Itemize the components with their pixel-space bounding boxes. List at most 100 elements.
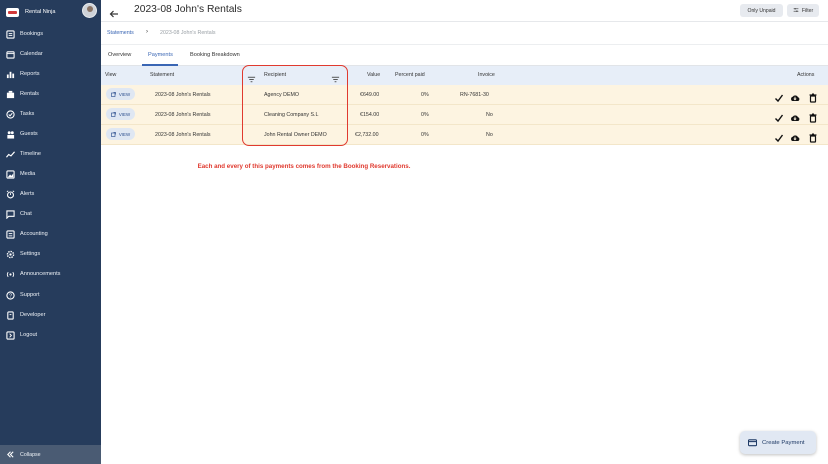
check-icon[interactable] — [774, 110, 784, 123]
sidebar-item-label: Timeline — [20, 151, 41, 157]
column-header-actions: Actions — [797, 72, 815, 78]
brand-name: Rental Ninja — [25, 9, 56, 15]
sidebar-item-accounting[interactable]: Accounting — [0, 226, 101, 242]
cell-value: €2,732.00 — [355, 132, 379, 138]
filter-label: Filter — [801, 7, 814, 14]
cloud-download-icon[interactable] — [790, 110, 800, 121]
tab-overview[interactable]: Overview — [108, 52, 131, 58]
sidebar-item-label: Tasks — [20, 111, 35, 117]
column-header-percent-paid[interactable]: Percent paid — [395, 72, 425, 78]
help-icon: ? — [6, 290, 15, 300]
table-row[interactable]: VIEW 2023-08 John's Rentals Cleaning Com… — [101, 105, 828, 125]
sidebar-item-chat[interactable]: Chat — [0, 206, 101, 222]
sidebar-item-reports[interactable]: Reports — [0, 66, 101, 82]
sidebar: Rental Ninja Bookings Calendar Reports R… — [0, 0, 101, 464]
cell-invoice: No — [486, 132, 493, 138]
calendar-icon — [6, 50, 15, 59]
avatar[interactable] — [82, 3, 97, 18]
sidebar-item-label: Support — [20, 292, 40, 298]
open-external-icon — [111, 131, 116, 137]
sidebar-item-support[interactable]: ? Support — [0, 287, 101, 303]
sidebar-item-label: Accounting — [20, 231, 48, 237]
sidebar-item-settings[interactable]: Settings — [0, 246, 101, 262]
cell-invoice: RN-7681-30 — [460, 92, 489, 98]
collapse-label: Collapse — [20, 451, 41, 458]
breadcrumb: Statements › 2023-08 John's Rentals — [101, 22, 828, 45]
only-unpaid-button[interactable]: Only Unpaid — [740, 4, 783, 17]
sidebar-item-guests[interactable]: Guests — [0, 126, 101, 142]
image-icon — [6, 169, 15, 179]
bookings-icon — [6, 29, 15, 39]
bar-chart-icon — [6, 70, 15, 79]
timeline-icon — [6, 150, 15, 159]
sidebar-item-label: Reports — [20, 71, 40, 77]
sidebar-item-label: Developer — [20, 312, 46, 318]
trash-icon[interactable] — [808, 90, 818, 103]
check-circle-icon — [6, 109, 15, 119]
annotation-text: Each and every of this payments comes fr… — [197, 163, 411, 170]
check-icon[interactable] — [774, 90, 784, 103]
create-payment-label: Create Payment — [762, 439, 805, 446]
cell-statement: 2023-08 John's Rentals — [155, 132, 211, 138]
sidebar-item-media[interactable]: Media — [0, 166, 101, 182]
rentals-icon — [6, 90, 15, 99]
view-button-label: VIEW — [118, 111, 131, 117]
sidebar-item-tasks[interactable]: Tasks — [0, 106, 101, 122]
breadcrumb-link-statements[interactable]: Statements — [107, 30, 134, 36]
sidebar-item-label: Announcements — [20, 271, 61, 277]
view-button[interactable]: VIEW — [106, 88, 135, 100]
view-button[interactable]: VIEW — [106, 108, 135, 120]
trash-icon[interactable] — [808, 130, 818, 143]
create-payment-button[interactable]: Create Payment — [740, 431, 816, 454]
column-header-invoice[interactable]: Invoice — [478, 72, 495, 78]
open-external-icon — [111, 91, 116, 97]
table-row[interactable]: VIEW 2023-08 John's Rentals Agency DEMO … — [101, 85, 828, 105]
tabs: Overview Payments Booking Breakdown — [101, 45, 828, 66]
recipient-highlight-box — [242, 65, 348, 146]
sidebar-item-logout[interactable]: Logout — [0, 327, 101, 343]
cell-percent-paid: 0% — [421, 132, 429, 138]
cell-value: €154.00 — [360, 112, 380, 118]
brand-logo — [6, 7, 19, 17]
breadcrumb-current: 2023-08 John's Rentals — [160, 30, 216, 36]
collapse-button[interactable]: Collapse — [0, 445, 101, 464]
column-header-value[interactable]: Value — [367, 72, 380, 78]
sidebar-item-calendar[interactable]: Calendar — [0, 46, 101, 62]
sidebar-item-label: Bookings — [20, 31, 44, 37]
gear-icon — [6, 250, 15, 259]
sidebar-item-bookings[interactable]: Bookings — [0, 26, 101, 42]
sidebar-item-timeline[interactable]: Timeline — [0, 146, 101, 162]
check-icon[interactable] — [774, 130, 784, 143]
cell-invoice: No — [486, 112, 493, 118]
cell-percent-paid: 0% — [421, 112, 429, 118]
developer-icon — [6, 310, 15, 320]
broadcast-icon — [6, 270, 15, 279]
table-row[interactable]: VIEW 2023-08 John's Rentals John Rental … — [101, 125, 828, 145]
tab-payments[interactable]: Payments — [148, 52, 173, 58]
cloud-download-icon[interactable] — [790, 90, 800, 101]
cloud-download-icon[interactable] — [790, 130, 800, 141]
logout-icon — [6, 330, 15, 340]
view-button-label: VIEW — [118, 91, 131, 97]
sidebar-item-rentals[interactable]: Rentals — [0, 86, 101, 102]
sidebar-item-label: Rentals — [20, 91, 39, 97]
sidebar-item-label: Media — [20, 171, 36, 177]
table-header: View Statement Recipient Value Percent p… — [101, 66, 828, 85]
column-header-statement[interactable]: Statement — [150, 72, 174, 78]
trash-icon[interactable] — [808, 110, 818, 123]
sidebar-item-alerts[interactable]: Alerts — [0, 186, 101, 202]
page-header: 2023-08 John's Rentals Only Unpaid Filte… — [101, 0, 828, 22]
svg-text:?: ? — [9, 293, 12, 299]
back-arrow-icon[interactable] — [109, 6, 119, 18]
sidebar-item-announcements[interactable]: Announcements — [0, 266, 101, 282]
brand[interactable]: Rental Ninja — [0, 0, 101, 24]
sidebar-item-label: Calendar — [20, 51, 43, 57]
open-external-icon — [111, 111, 116, 117]
tab-booking-breakdown[interactable]: Booking Breakdown — [190, 52, 240, 58]
cell-statement: 2023-08 John's Rentals — [155, 92, 211, 98]
sidebar-item-label: Guests — [20, 131, 38, 137]
sidebar-item-developer[interactable]: Developer — [0, 307, 101, 323]
filter-button[interactable]: Filter — [787, 4, 819, 17]
accounting-icon — [6, 229, 15, 239]
view-button[interactable]: VIEW — [106, 128, 135, 140]
